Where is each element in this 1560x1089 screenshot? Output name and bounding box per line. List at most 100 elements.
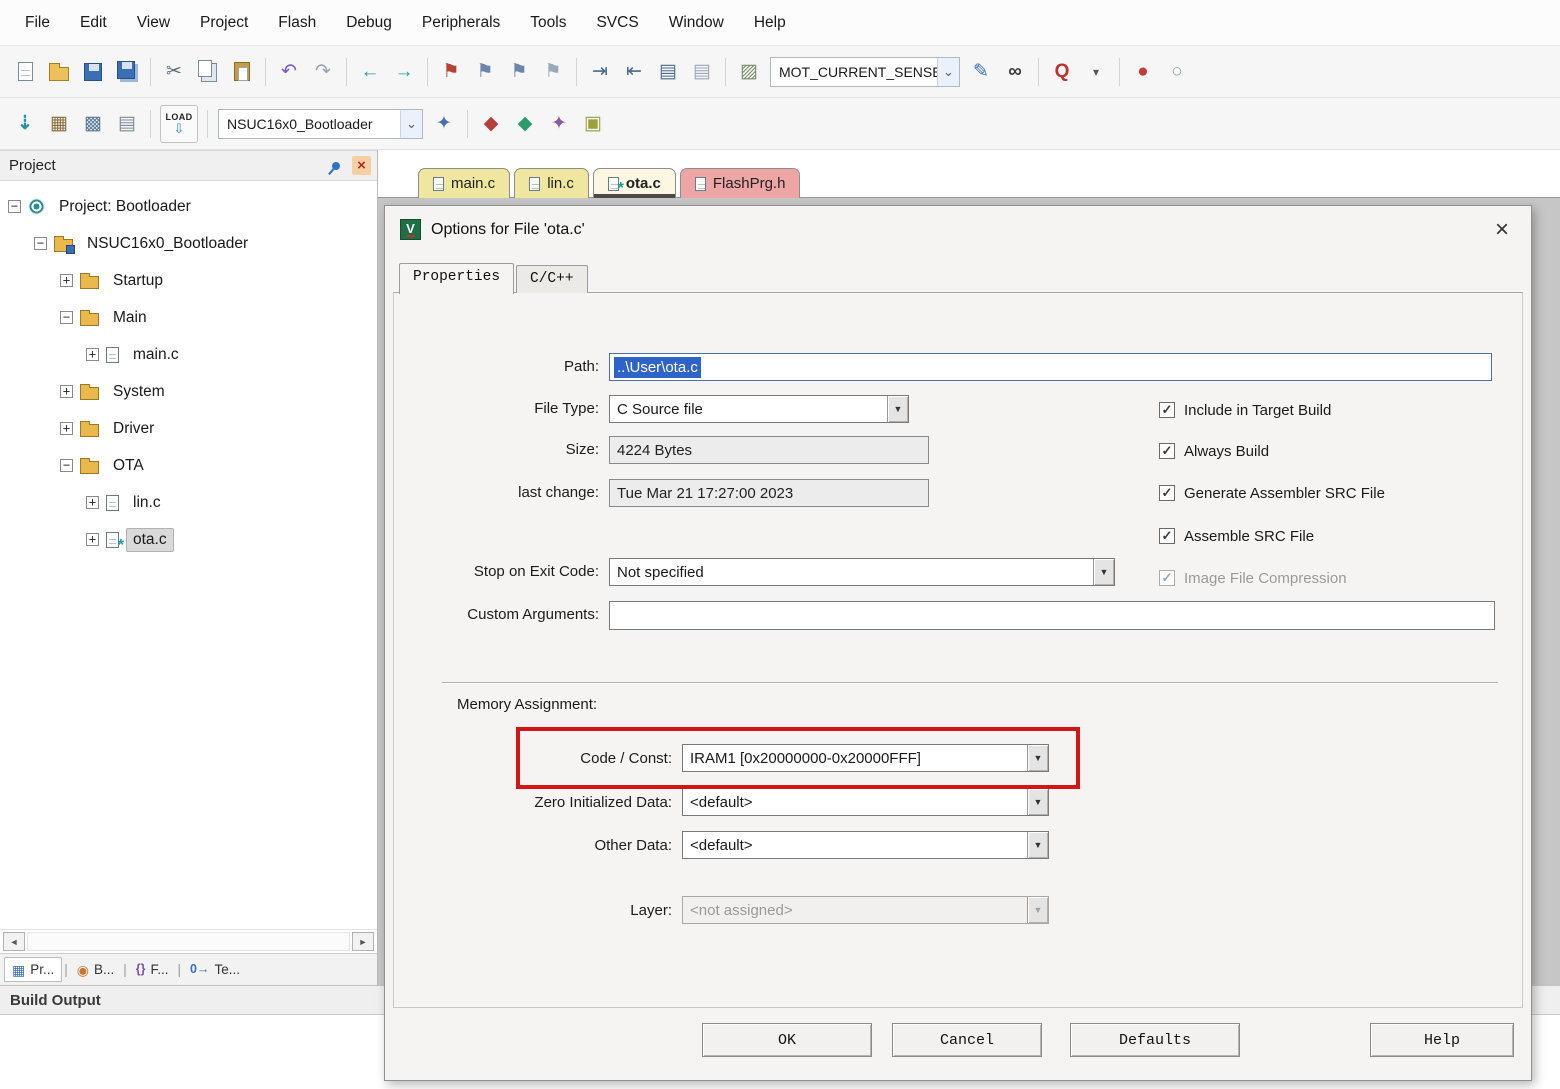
menu-window[interactable]: Window — [654, 8, 739, 38]
configure-icon[interactable]: ▨ — [733, 56, 765, 88]
defaults-button[interactable]: Defaults — [1070, 1023, 1240, 1057]
checkbox-always-build[interactable]: ✓Always Build — [1159, 440, 1269, 462]
tree-item-main[interactable]: −Main — [0, 299, 377, 336]
save-icon[interactable] — [77, 56, 109, 88]
menu-edit[interactable]: Edit — [65, 8, 122, 38]
indent-icon[interactable]: ⇥ — [584, 56, 616, 88]
find-in-files-icon[interactable]: ✎ — [965, 56, 997, 88]
editor-tab-ota-c[interactable]: *ota.c — [593, 168, 676, 198]
pack-installer-icon[interactable]: ✦ — [543, 108, 575, 140]
stop-on-exit-combo[interactable]: Not specified ▼ — [609, 558, 1115, 586]
scrollbar-track[interactable] — [27, 932, 350, 951]
navigate-back-icon[interactable]: ← — [354, 56, 386, 88]
collapse-minus-icon[interactable]: − — [8, 200, 21, 213]
menu-debug[interactable]: Debug — [331, 8, 407, 38]
checkbox-icon[interactable]: ✓ — [1159, 528, 1175, 544]
quick-search-dropdown-icon[interactable]: ▾ — [1080, 56, 1112, 88]
templates-view-tab[interactable]: 0→Te... — [183, 958, 247, 981]
menu-file[interactable]: File — [10, 8, 65, 38]
clear-bookmarks-icon[interactable]: ⚑ — [537, 56, 569, 88]
books-window-icon[interactable]: ▣ — [577, 108, 609, 140]
editor-tab-lin-c[interactable]: lin.c — [514, 168, 589, 198]
combo-other-data[interactable]: <default>▼ — [682, 831, 1049, 859]
tree-item-ota[interactable]: −OTA — [0, 447, 377, 484]
new-file-icon[interactable] — [9, 56, 41, 88]
batch-build-icon[interactable]: ▤ — [111, 108, 143, 140]
scroll-right-icon[interactable]: ► — [352, 932, 374, 951]
custom-arguments-field[interactable] — [609, 601, 1495, 630]
menu-flash[interactable]: Flash — [263, 8, 331, 38]
dialog-tab-c-c[interactable]: C/C++ — [516, 265, 588, 293]
build-icon[interactable]: ▦ — [43, 108, 75, 140]
menu-view[interactable]: View — [122, 8, 185, 38]
editor-tab-flashprg-h[interactable]: FlashPrg.h — [680, 168, 801, 198]
cancel-button[interactable]: Cancel — [892, 1023, 1042, 1057]
manage-runtime-icon[interactable]: ◆ — [475, 108, 507, 140]
undo-icon[interactable]: ↶ — [273, 56, 305, 88]
chevron-down-icon[interactable]: ⌄ — [400, 110, 422, 138]
expand-plus-icon[interactable]: + — [86, 533, 99, 546]
tree-item-ota-c[interactable]: +*ota.c — [0, 521, 377, 558]
file-type-combo[interactable]: C Source file ▼ — [609, 395, 909, 423]
tree-item-project-bootloader[interactable]: −Project: Bootloader — [0, 188, 377, 225]
navigate-forward-icon[interactable]: → — [388, 56, 420, 88]
horizontal-scrollbar[interactable]: ◄ ► — [0, 929, 377, 953]
books-view-tab[interactable]: ◉B... — [70, 958, 121, 981]
tree-item-main-c[interactable]: +main.c — [0, 336, 377, 373]
project-view-tab[interactable]: ▦Pr... — [4, 957, 62, 982]
collapse-minus-icon[interactable]: − — [60, 459, 73, 472]
tree-item-driver[interactable]: +Driver — [0, 410, 377, 447]
menu-project[interactable]: Project — [185, 8, 263, 38]
help-button[interactable]: Help — [1370, 1023, 1514, 1057]
unindent-icon[interactable]: ⇤ — [618, 56, 650, 88]
dialog-close-icon[interactable]: × — [1495, 218, 1509, 242]
tree-item-startup[interactable]: +Startup — [0, 262, 377, 299]
comment-icon[interactable]: ▤ — [652, 56, 684, 88]
ok-button[interactable]: OK — [702, 1023, 872, 1057]
tree-item-system[interactable]: +System — [0, 373, 377, 410]
scroll-left-icon[interactable]: ◄ — [3, 932, 25, 951]
rebuild-icon[interactable]: ▩ — [77, 108, 109, 140]
collapse-minus-icon[interactable]: − — [60, 311, 73, 324]
debug-stop-icon[interactable]: ○ — [1161, 56, 1193, 88]
expand-plus-icon[interactable]: + — [60, 274, 73, 287]
dropdown-arrow-icon[interactable]: ▼ — [1027, 832, 1048, 858]
dropdown-arrow-icon[interactable]: ▼ — [887, 396, 908, 422]
checkbox-generate-assembler-src-file[interactable]: ✓Generate Assembler SRC File — [1159, 482, 1385, 504]
expand-plus-icon[interactable]: + — [86, 348, 99, 361]
checkbox-include-in-target-build[interactable]: ✓Include in Target Build — [1159, 399, 1331, 421]
dropdown-arrow-icon[interactable]: ▼ — [1093, 559, 1114, 585]
redo-icon[interactable]: ↷ — [307, 56, 339, 88]
search-text-combo[interactable]: MOT_CURRENT_SENSE_L⌄ — [770, 57, 960, 87]
panel-close-icon[interactable]: × — [352, 156, 371, 175]
paste-icon[interactable] — [226, 56, 258, 88]
download-load-button[interactable]: LOAD⇩ — [160, 105, 198, 143]
expand-plus-icon[interactable]: + — [86, 496, 99, 509]
options-for-target-icon[interactable]: ✦ — [428, 108, 460, 140]
checkbox-icon[interactable]: ✓ — [1159, 485, 1175, 501]
save-all-icon[interactable] — [111, 56, 143, 88]
checkbox-icon[interactable]: ✓ — [1159, 402, 1175, 418]
binoculars-icon[interactable]: ∞ — [999, 56, 1031, 88]
tree-item-lin-c[interactable]: +lin.c — [0, 484, 377, 521]
dialog-tab-properties[interactable]: Properties — [399, 263, 514, 294]
uncomment-icon[interactable]: ▤ — [686, 56, 718, 88]
translate-file-icon[interactable]: ⇣ — [9, 108, 41, 140]
collapse-minus-icon[interactable]: − — [34, 237, 47, 250]
menu-svcs[interactable]: SVCS — [581, 8, 653, 38]
insert-bookmark-icon[interactable]: ⚑ — [435, 56, 467, 88]
checkbox-assemble-src-file[interactable]: ✓Assemble SRC File — [1159, 525, 1314, 547]
manage-project-items-icon[interactable]: ◆ — [509, 108, 541, 140]
open-file-icon[interactable] — [43, 56, 75, 88]
path-field[interactable]: ..\User\ota.c — [609, 353, 1492, 381]
menu-help[interactable]: Help — [739, 8, 801, 38]
combo-zero-initialized-data[interactable]: <default>▼ — [682, 788, 1049, 816]
expand-plus-icon[interactable]: + — [60, 422, 73, 435]
dropdown-arrow-icon[interactable]: ▼ — [1027, 789, 1048, 815]
target-select-combo[interactable]: NSUC16x0_Bootloader⌄ — [218, 109, 423, 139]
chevron-down-icon[interactable]: ⌄ — [937, 58, 959, 86]
expand-plus-icon[interactable]: + — [60, 385, 73, 398]
quick-search-icon[interactable]: Q — [1046, 56, 1078, 88]
pin-icon[interactable] — [322, 151, 350, 179]
editor-tab-main-c[interactable]: main.c — [418, 168, 510, 198]
